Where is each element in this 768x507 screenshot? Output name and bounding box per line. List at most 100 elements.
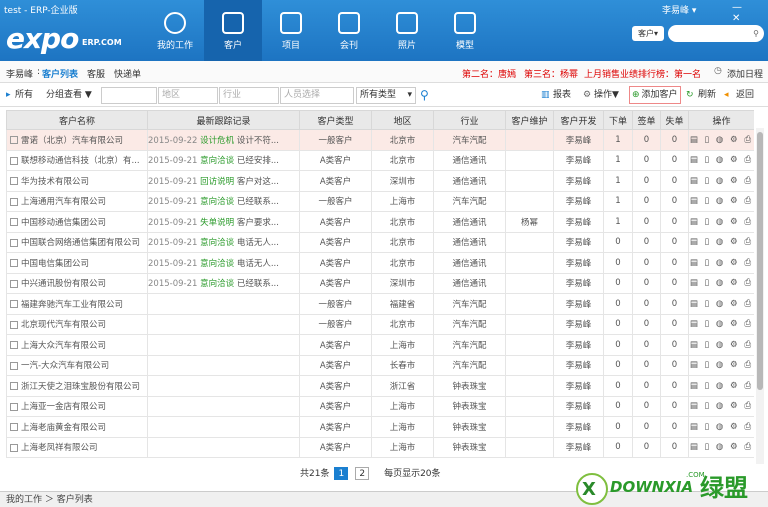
row-action-icons[interactable]: ▤ ▯ ◍ ⚙ ⎙ [690, 217, 753, 227]
client-name-cell[interactable]: 中国电信集团公司 [6, 252, 148, 274]
client-name[interactable]: 华为技术有限公司 [21, 177, 89, 187]
operate-dropdown[interactable]: 操作▼ [594, 87, 619, 103]
client-name[interactable]: 雷诺（北京）汽车有限公司 [21, 136, 123, 146]
nav-clients[interactable]: 客户 [204, 0, 262, 61]
client-name-cell[interactable]: 上海老凤祥有限公司 [6, 436, 148, 458]
client-name-cell[interactable]: 上海老庙黄金有限公司 [6, 416, 148, 438]
crumb-service[interactable]: 客服 [87, 67, 105, 80]
row-actions[interactable]: ▤ ▯ ◍ ⚙ ⎙ [688, 313, 754, 335]
row-action-icons[interactable]: ▤ ▯ ◍ ⚙ ⎙ [690, 381, 753, 391]
search-icon[interactable]: ⚲ [420, 87, 429, 103]
client-name[interactable]: 上海大众汽车有限公司 [21, 341, 106, 351]
row-actions[interactable]: ▤ ▯ ◍ ⚙ ⎙ [688, 129, 754, 151]
client-name[interactable]: 北京现代汽车有限公司 [21, 320, 106, 330]
client-name-cell[interactable]: 华为技术有限公司 [6, 170, 148, 192]
table-row[interactable]: 上海老庙黄金有限公司 A类客户 上海市 钟表珠宝 李易峰 0 0 0 ▤ ▯ ◍ ⚙ ⎙ [6, 416, 754, 438]
row-action-icons[interactable]: ▤ ▯ ◍ ⚙ ⎙ [690, 155, 753, 165]
filter-all[interactable]: 所有 [15, 87, 33, 103]
client-name-cell[interactable]: 中兴通讯股份有限公司 [6, 272, 148, 294]
industry-input[interactable]: 行业 [219, 87, 279, 104]
row-actions[interactable]: ▤ ▯ ◍ ⚙ ⎙ [688, 170, 754, 192]
row-checkbox[interactable] [10, 238, 18, 247]
row-action-icons[interactable]: ▤ ▯ ◍ ⚙ ⎙ [690, 135, 753, 145]
row-actions[interactable]: ▤ ▯ ◍ ⚙ ⎙ [688, 272, 754, 294]
client-name-cell[interactable]: 北京现代汽车有限公司 [6, 313, 148, 335]
row-checkbox[interactable] [10, 197, 18, 206]
col-header[interactable]: 下单 [603, 110, 633, 130]
client-name[interactable]: 联想移动通信科技（北京）有... [21, 156, 140, 166]
keyword-input[interactable] [101, 87, 157, 104]
type-select[interactable]: 所有类型 ▾ [356, 87, 416, 104]
add-schedule-link[interactable]: 添加日程 [727, 67, 763, 80]
client-name[interactable]: 中国电信集团公司 [21, 259, 89, 269]
group-view-dropdown[interactable]: 分组查看 ▼ [46, 87, 92, 103]
row-action-icons[interactable]: ▤ ▯ ◍ ⚙ ⎙ [690, 422, 753, 432]
client-name[interactable]: 上海通用汽车有限公司 [21, 197, 106, 207]
client-name-cell[interactable]: 上海亚一金店有限公司 [6, 395, 148, 417]
client-name[interactable]: 中国联合网络通信集团有限公司 [21, 238, 140, 248]
person-select-input[interactable]: 人员选择 [280, 87, 354, 104]
table-row[interactable]: 华为技术有限公司 2015-09-21 回访说明 客户对这... A类客户 深圳市 通信… [6, 170, 754, 192]
client-name[interactable]: 中兴通讯股份有限公司 [21, 279, 106, 289]
table-row[interactable]: 中国移动通信集团公司 2015-09-21 失单说明 客户要求... A类客户 北京市… [6, 211, 754, 233]
col-header[interactable]: 客户类型 [299, 110, 372, 130]
client-name-cell[interactable]: 联想移动通信科技（北京）有... [6, 149, 148, 171]
header-search-input[interactable]: ⚲ [668, 25, 764, 42]
row-checkbox[interactable] [10, 279, 18, 288]
table-row[interactable]: 上海通用汽车有限公司 2015-09-21 意向洽谈 已经联系... 一般客户 上海市… [6, 190, 754, 212]
col-header[interactable]: 客户开发 [553, 110, 604, 130]
col-header[interactable]: 客户维护 [505, 110, 554, 130]
refresh-button[interactable]: 刷新 [698, 87, 716, 103]
table-row[interactable]: 福建奔驰汽车工业有限公司 一般客户 福建省 汽车汽配 李易峰 0 0 0 ▤ ▯ ◍ ⚙ ⎙ [6, 293, 754, 315]
nav-my-work[interactable]: 我的工作 [146, 0, 204, 61]
client-name[interactable]: 上海老凤祥有限公司 [21, 443, 98, 453]
client-name[interactable]: 上海亚一金店有限公司 [21, 402, 106, 412]
row-action-icons[interactable]: ▤ ▯ ◍ ⚙ ⎙ [690, 360, 753, 370]
table-row[interactable]: 雷诺（北京）汽车有限公司 2015-09-22 设计危机 设计不符... 一般客户北… [6, 129, 754, 151]
page-2[interactable]: 2 [355, 467, 370, 480]
client-name-cell[interactable]: 一汽-大众汽车有限公司 [6, 354, 148, 376]
row-actions[interactable]: ▤ ▯ ◍ ⚙ ⎙ [688, 211, 754, 233]
row-checkbox[interactable] [10, 341, 18, 350]
table-row[interactable]: 联想移动通信科技（北京）有... 2015-09-21 意向洽谈 已经安排... A… [6, 149, 754, 171]
col-header[interactable]: 签单 [632, 110, 661, 130]
row-checkbox[interactable] [10, 382, 18, 391]
window-controls[interactable]: — ✕ [732, 2, 768, 24]
col-header[interactable]: 地区 [371, 110, 434, 130]
crumb-user[interactable]: 李易峰 [6, 67, 33, 80]
table-row[interactable]: 一汽-大众汽车有限公司 A类客户 长春市 汽车汽配 李易峰 0 0 0 ▤ ▯ ◍ ⚙ ⎙ [6, 354, 754, 376]
row-actions[interactable]: ▤ ▯ ◍ ⚙ ⎙ [688, 252, 754, 274]
row-action-icons[interactable]: ▤ ▯ ◍ ⚙ ⎙ [690, 340, 753, 350]
client-name-cell[interactable]: 浙江天使之泪珠宝股份有限公司 [6, 375, 148, 397]
nav-catalog[interactable]: 会刊 [320, 0, 378, 61]
nav-models[interactable]: 模型 [436, 0, 494, 61]
user-menu[interactable]: 李易峰 ▾ [662, 3, 696, 16]
table-row[interactable]: 上海老凤祥有限公司 A类客户 上海市 钟表珠宝 李易峰 0 0 0 ▤ ▯ ◍ ⚙ ⎙ [6, 436, 754, 458]
table-row[interactable]: 北京现代汽车有限公司 一般客户 北京市 汽车汽配 李易峰 0 0 0 ▤ ▯ ◍ ⚙ ⎙ [6, 313, 754, 335]
row-actions[interactable]: ▤ ▯ ◍ ⚙ ⎙ [688, 395, 754, 417]
row-checkbox[interactable] [10, 361, 18, 370]
row-action-icons[interactable]: ▤ ▯ ◍ ⚙ ⎙ [690, 278, 753, 288]
row-action-icons[interactable]: ▤ ▯ ◍ ⚙ ⎙ [690, 319, 753, 329]
client-name-cell[interactable]: 福建奔驰汽车工业有限公司 [6, 293, 148, 315]
row-checkbox[interactable] [10, 259, 18, 268]
row-action-icons[interactable]: ▤ ▯ ◍ ⚙ ⎙ [690, 237, 753, 247]
row-checkbox[interactable] [10, 423, 18, 432]
search-icon[interactable]: ⚲ [753, 25, 759, 42]
row-checkbox[interactable] [10, 320, 18, 329]
client-name-cell[interactable]: 上海大众汽车有限公司 [6, 334, 148, 356]
add-client-button[interactable]: ⊕ 添加客户 [629, 86, 681, 104]
region-input[interactable]: 地区 [158, 87, 218, 104]
row-actions[interactable]: ▤ ▯ ◍ ⚙ ⎙ [688, 149, 754, 171]
row-action-icons[interactable]: ▤ ▯ ◍ ⚙ ⎙ [690, 258, 753, 268]
row-actions[interactable]: ▤ ▯ ◍ ⚙ ⎙ [688, 293, 754, 315]
client-name[interactable]: 浙江天使之泪珠宝股份有限公司 [21, 382, 140, 392]
nav-photos[interactable]: 照片 [378, 0, 436, 61]
crumb-client-list[interactable]: 客户列表 [42, 67, 78, 80]
row-checkbox[interactable] [10, 443, 18, 452]
row-checkbox[interactable] [10, 218, 18, 227]
client-name-cell[interactable]: 上海通用汽车有限公司 [6, 190, 148, 212]
row-checkbox[interactable] [10, 177, 18, 186]
row-actions[interactable]: ▤ ▯ ◍ ⚙ ⎙ [688, 436, 754, 458]
nav-projects[interactable]: 项目 [262, 0, 320, 61]
